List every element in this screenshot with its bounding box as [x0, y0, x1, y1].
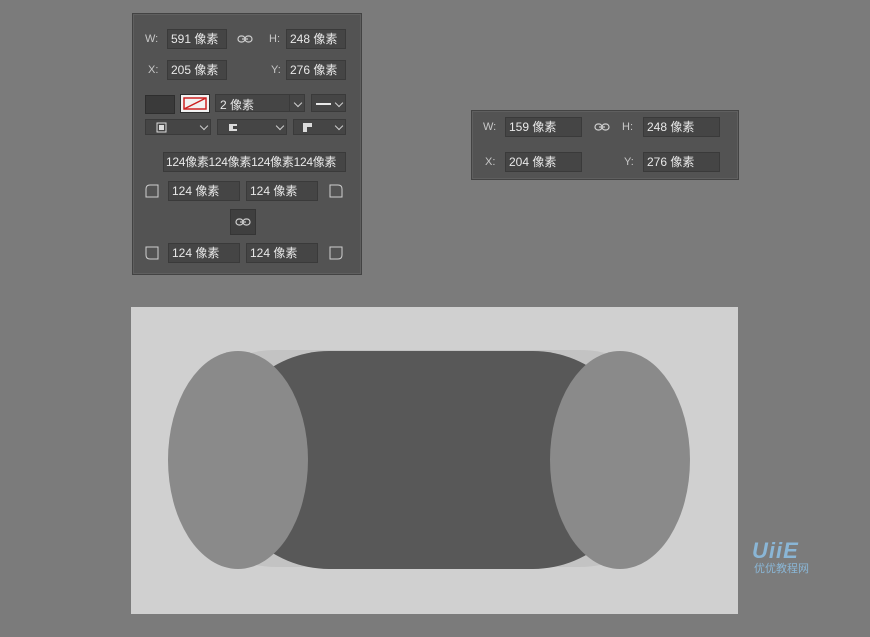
- y-label: Y:: [624, 156, 634, 168]
- y-field[interactable]: 276 像素: [643, 152, 720, 172]
- stroke-width-dropdown[interactable]: 2 像素: [215, 94, 305, 112]
- stroke-style-dropdown[interactable]: [311, 94, 346, 112]
- height-field[interactable]: 248 像素: [643, 117, 720, 137]
- chevron-down-icon: [275, 121, 285, 131]
- stroke-align-icon: [156, 122, 167, 133]
- width-field[interactable]: 591 像素: [167, 29, 227, 49]
- left-ellipse: [168, 351, 308, 569]
- width-label: W:: [483, 121, 497, 133]
- fill-swatch[interactable]: [145, 95, 175, 114]
- corner-top-left-field[interactable]: 124 像素: [168, 181, 240, 201]
- stroke-join-icon: [303, 123, 312, 132]
- stroke-join-dropdown[interactable]: [293, 119, 346, 135]
- stroke-cap-dropdown[interactable]: [217, 119, 287, 135]
- stroke-cap-icon: [229, 124, 239, 131]
- corner-bottom-right-field[interactable]: 124 像素: [246, 243, 318, 263]
- chevron-down-icon: [334, 98, 344, 108]
- right-ellipse: [550, 351, 690, 569]
- capsule-artwork: [168, 350, 690, 569]
- link-icon[interactable]: [237, 34, 253, 44]
- y-field[interactable]: 276 像素: [286, 60, 346, 80]
- document-canvas[interactable]: [131, 307, 738, 614]
- corner-top-right-field[interactable]: 124 像素: [246, 181, 318, 201]
- corner-radius-1[interactable]: 124像素: [166, 155, 209, 169]
- height-label: H:: [269, 33, 280, 45]
- watermark-logo: UiiE: [752, 538, 799, 563]
- corner-radius-2[interactable]: 124像素: [209, 155, 252, 169]
- corner-radius-all-fields[interactable]: 124像素124像素124像素124像素: [163, 152, 346, 172]
- solid-line-icon: [316, 103, 331, 105]
- corner-radius-3[interactable]: 124像素: [251, 155, 294, 169]
- watermark: UiiE 优优教程网: [752, 540, 832, 576]
- x-label: X:: [485, 156, 496, 168]
- stroke-align-dropdown[interactable]: [145, 119, 211, 135]
- corner-radius-icon: [329, 184, 343, 198]
- ellipse-properties-panel: W: 159 像素 H: 248 像素 X: 204 像素 Y: 276 像素: [471, 110, 739, 180]
- x-field[interactable]: 205 像素: [167, 60, 227, 80]
- corner-radius-icon: [145, 184, 159, 198]
- corner-radius-icon: [145, 246, 159, 260]
- width-label: W:: [145, 33, 159, 45]
- link-corners-button[interactable]: [230, 209, 256, 235]
- corner-radius-icon: [329, 246, 343, 260]
- chevron-down-icon: [334, 121, 344, 131]
- watermark-site: 优优教程网: [754, 563, 809, 575]
- height-label: H:: [622, 121, 633, 133]
- link-icon: [235, 218, 251, 226]
- height-field[interactable]: 248 像素: [286, 29, 346, 49]
- y-label: Y:: [271, 64, 281, 76]
- shape-properties-panel: W: 591 像素 H: 248 像素 X: 205 像素 Y: 276 像素 …: [132, 13, 362, 275]
- chevron-down-icon: [293, 98, 303, 108]
- chevron-down-icon: [199, 121, 209, 131]
- x-label: X:: [148, 64, 159, 76]
- stroke-width-value: 2 像素: [220, 98, 255, 112]
- link-icon[interactable]: [594, 122, 610, 132]
- stroke-swatch[interactable]: [180, 94, 210, 113]
- corner-bottom-left-field[interactable]: 124 像素: [168, 243, 240, 263]
- x-field[interactable]: 204 像素: [505, 152, 582, 172]
- width-field[interactable]: 159 像素: [505, 117, 582, 137]
- corner-radius-4[interactable]: 124像素: [294, 155, 337, 169]
